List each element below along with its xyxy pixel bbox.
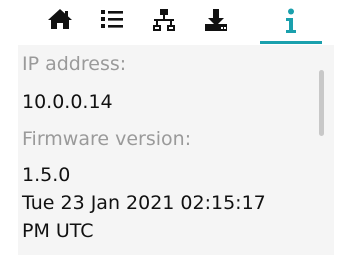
firmware-version-label: Firmware version: — [22, 128, 192, 150]
datetime-line-2: PM UTC — [22, 220, 94, 242]
download-icon — [205, 9, 227, 31]
scrollbar[interactable] — [319, 70, 324, 136]
tab-list[interactable] — [86, 4, 138, 44]
tab-bar — [0, 0, 340, 44]
firmware-version-value: 1.5.0 — [22, 164, 71, 186]
home-icon — [48, 9, 72, 29]
tab-download[interactable] — [190, 4, 242, 44]
network-icon — [153, 9, 175, 31]
ip-address-label: IP address: — [22, 53, 127, 75]
ip-address-value: 10.0.0.14 — [22, 91, 113, 113]
datetime-line-1: Tue 23 Jan 2021 02:15:17 — [22, 192, 266, 214]
list-icon — [101, 10, 123, 28]
info-icon — [286, 8, 296, 33]
tab-info[interactable] — [260, 4, 322, 44]
tab-home[interactable] — [34, 4, 86, 44]
tab-network[interactable] — [138, 4, 190, 44]
